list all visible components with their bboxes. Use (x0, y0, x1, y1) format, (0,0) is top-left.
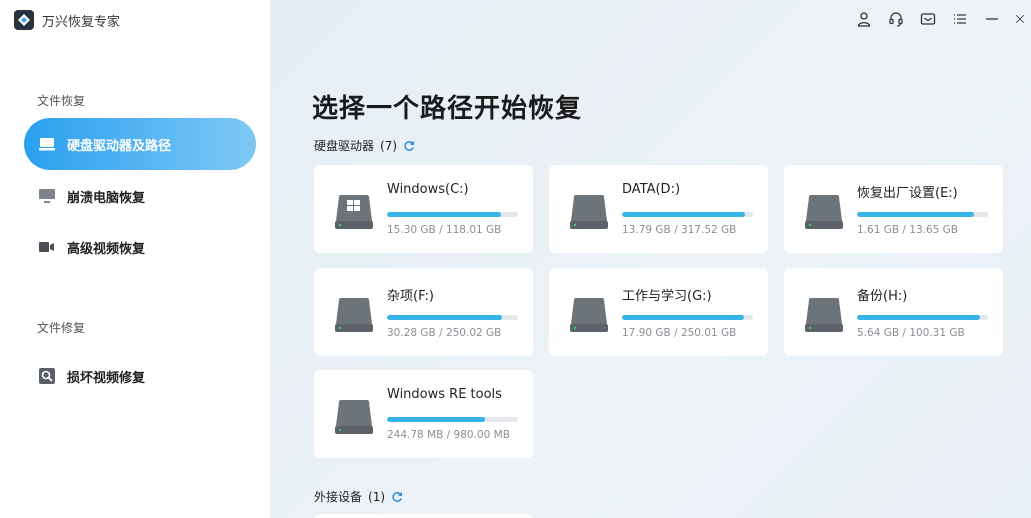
drive-name: 工作与学习(G:) (622, 289, 712, 304)
drive-usage-bar (857, 315, 988, 320)
drive-size: 15.30 GB / 118.01 GB (387, 224, 502, 236)
hard-drive-icon (335, 400, 373, 434)
drive-usage-fill (622, 315, 744, 320)
drive-size: 1.61 GB / 13.65 GB (857, 224, 959, 236)
drive-usage-bar (857, 212, 988, 217)
section-label-file-recovery: 文件恢复 (37, 94, 86, 108)
main-panel: 选择一个路径开始恢复 硬盘驱动器 (7) Windows(C:) 15.30 GB… (270, 0, 1031, 518)
app-logo-icon (14, 10, 34, 30)
drive-card[interactable]: 恢复出厂设置(E:) 1.61 GB / 13.65 GB (784, 165, 1003, 253)
sidebar: 万兴恢复专家 文件恢复 硬盘驱动器及路径 崩溃电脑恢复 高级视频恢复 文件修复 … (0, 0, 270, 518)
drive-size: 30.28 GB / 250.02 GB (387, 327, 502, 339)
hard-drive-icon (805, 298, 843, 332)
app-name: 万兴恢复专家 (42, 14, 121, 30)
drive-usage-bar (387, 315, 518, 320)
page-title: 选择一个路径开始恢复 (312, 94, 583, 124)
hard-drive-icon (335, 298, 373, 332)
external-drive-card[interactable] (314, 514, 533, 518)
drive-usage-fill (857, 212, 974, 217)
drive-usage-fill (387, 417, 486, 422)
external-devices-header: 外接设备 (1) (314, 488, 403, 505)
drive-card[interactable]: DATA(D:) 13.79 GB / 317.52 GB (549, 165, 768, 253)
hard-drive-icon (39, 136, 55, 152)
sidebar-item-crash-recovery[interactable]: 崩溃电脑恢复 (24, 170, 256, 222)
drive-size: 244.78 MB / 980.00 MB (387, 429, 510, 441)
drive-usage-fill (387, 315, 503, 320)
drive-name: DATA(D:) (622, 182, 681, 197)
window-controls (855, 10, 1025, 28)
hard-drives-header: 硬盘驱动器 (7) (314, 137, 415, 154)
drive-size: 13.79 GB / 317.52 GB (622, 224, 737, 236)
drive-usage-bar (387, 212, 518, 217)
drive-size: 17.90 GB / 250.01 GB (622, 327, 737, 339)
drive-name: Windows(C:) (387, 182, 469, 197)
drive-name: 杂项(F:) (387, 289, 434, 304)
drive-card[interactable]: 工作与学习(G:) 17.90 GB / 250.01 GB (549, 268, 768, 356)
sidebar-item-label: 硬盘驱动器及路径 (67, 138, 172, 154)
drive-size: 5.64 GB / 100.31 GB (857, 327, 965, 339)
close-icon[interactable] (1015, 10, 1025, 28)
drive-name: Windows RE tools (387, 387, 502, 402)
sidebar-item-label: 损坏视频修复 (67, 370, 146, 386)
drive-usage-bar (622, 212, 753, 217)
menu-icon[interactable] (951, 10, 969, 28)
hard-drive-icon (335, 195, 373, 229)
headset-icon[interactable] (887, 10, 905, 28)
user-icon[interactable] (855, 10, 873, 28)
drive-usage-fill (387, 212, 501, 217)
refresh-icon[interactable] (391, 491, 403, 503)
app-header: 万兴恢复专家 (14, 10, 120, 30)
refresh-icon[interactable] (403, 140, 415, 152)
hard-drives-header-label: 硬盘驱动器 (314, 139, 375, 153)
mail-icon[interactable] (919, 10, 937, 28)
sidebar-item-label: 高级视频恢复 (67, 241, 146, 257)
sidebar-item-label: 崩溃电脑恢复 (67, 190, 146, 206)
minimize-icon[interactable] (983, 10, 1001, 28)
drive-usage-bar (387, 417, 518, 422)
section-label-file-repair: 文件修复 (37, 321, 86, 335)
video-camera-icon (39, 239, 55, 255)
hard-drive-icon (570, 298, 608, 332)
drive-usage-fill (857, 315, 981, 320)
sidebar-item-video-repair[interactable]: 损坏视频修复 (24, 350, 256, 402)
hard-drive-icon (805, 195, 843, 229)
video-repair-icon (39, 368, 55, 384)
drive-card[interactable]: Windows(C:) 15.30 GB / 118.01 GB (314, 165, 533, 253)
drive-name: 备份(H:) (857, 289, 908, 304)
external-devices-label: 外接设备 (314, 490, 363, 504)
drive-usage-bar (622, 315, 753, 320)
drive-name: 恢复出厂设置(E:) (857, 186, 958, 201)
hard-drives-count: (7) (380, 138, 398, 153)
drive-usage-fill (622, 212, 746, 217)
drive-card[interactable]: Windows RE tools 244.78 MB / 980.00 MB (314, 370, 533, 458)
drive-card[interactable]: 杂项(F:) 30.28 GB / 250.02 GB (314, 268, 533, 356)
external-devices-count: (1) (368, 489, 386, 504)
sidebar-item-advanced-video[interactable]: 高级视频恢复 (24, 221, 256, 273)
sidebar-item-hard-drives[interactable]: 硬盘驱动器及路径 (24, 118, 256, 170)
drive-card[interactable]: 备份(H:) 5.64 GB / 100.31 GB (784, 268, 1003, 356)
monitor-icon (39, 188, 55, 204)
hard-drive-icon (570, 195, 608, 229)
